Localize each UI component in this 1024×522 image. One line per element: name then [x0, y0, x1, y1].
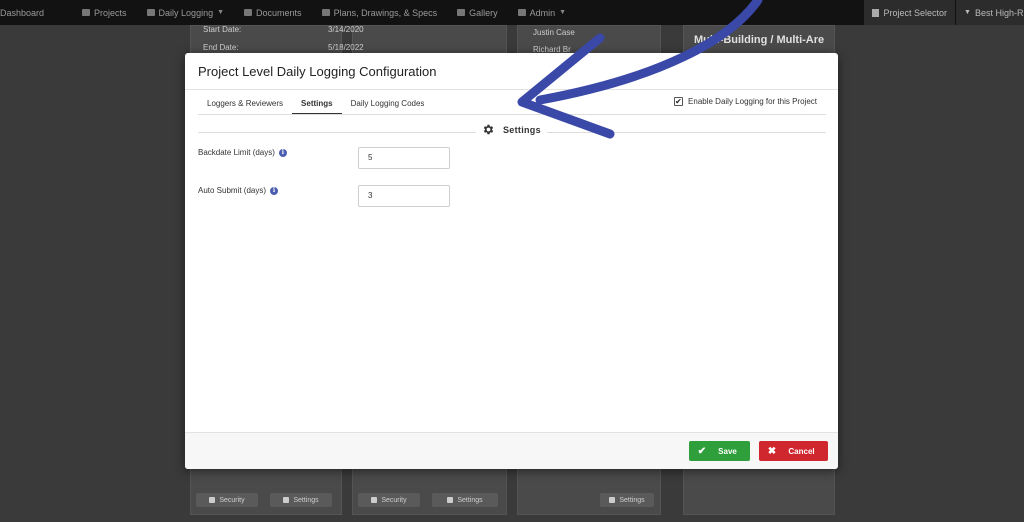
auto-submit-input[interactable]: 3: [358, 185, 450, 207]
current-project-dropdown[interactable]: ▼ Best High-Rise: [955, 0, 1024, 25]
gallery-icon: [457, 9, 466, 16]
clipboard-icon: [872, 8, 880, 17]
current-project-label: Best High-Rise: [974, 7, 1024, 18]
bg-security-button-2[interactable]: Security: [358, 493, 420, 507]
bg-user-1: Justin Case: [533, 28, 575, 37]
nav-daily-logging[interactable]: Daily Logging ▼: [137, 8, 234, 18]
auto-submit-text: Auto Submit (days): [198, 186, 267, 195]
nav-documents[interactable]: Documents: [234, 8, 312, 18]
check-icon: ✔: [697, 445, 707, 457]
nav-daily-logging-label: Daily Logging: [158, 7, 214, 18]
section-title: Settings: [503, 124, 541, 135]
enable-daily-logging-checkbox[interactable]: ✔: [674, 97, 684, 106]
nav-plans[interactable]: Plans, Drawings, & Specs: [312, 8, 448, 18]
gear-icon: [483, 124, 494, 135]
bg-panel-title: Multi-Building / Multi-Area: [694, 34, 824, 46]
nav-plans-label: Plans, Drawings, & Specs: [333, 7, 438, 18]
admin-icon: [517, 9, 526, 16]
bg-settings-button-2[interactable]: Settings: [432, 493, 498, 507]
close-icon: ✖: [767, 445, 777, 457]
tabs-divider: [198, 114, 826, 115]
bg-settings-label-1: Settings: [293, 496, 319, 504]
project-selector-button[interactable]: Project Selector: [863, 0, 955, 25]
bg-end-date-value: 5/18/2022: [328, 43, 364, 52]
modal-header-divider: [185, 89, 838, 90]
lock-icon: [209, 497, 216, 503]
bg-security-button-1[interactable]: Security: [196, 493, 258, 507]
enable-daily-logging-label: Enable Daily Logging for this Project: [688, 97, 817, 106]
bg-settings-label-3: Settings: [619, 496, 645, 504]
nav-admin-label: Admin: [529, 7, 556, 18]
backdate-limit-text: Backdate Limit (days): [198, 148, 275, 157]
nav-dashboard-label: Dashboard: [0, 7, 45, 18]
bg-start-date-value: 3/14/2020: [328, 25, 364, 34]
backdate-limit-label: Backdate Limit (days) i: [198, 148, 287, 157]
folder-icon: [244, 9, 253, 16]
project-selector-label: Project Selector: [883, 7, 947, 18]
info-icon[interactable]: i: [278, 148, 287, 157]
modal-tabs: Loggers & Reviewers Settings Daily Loggi…: [198, 92, 433, 115]
gear-icon: [609, 497, 616, 503]
bg-start-date-label: Start Date:: [203, 25, 242, 34]
bg-settings-label-2: Settings: [457, 496, 483, 504]
cancel-button[interactable]: ✖ Cancel: [759, 441, 828, 461]
cancel-label: Cancel: [788, 446, 815, 456]
save-label: Save: [718, 446, 737, 456]
nav-admin[interactable]: Admin ▼: [508, 8, 576, 18]
bg-end-date-label: End Date:: [203, 43, 239, 52]
nav-gallery[interactable]: Gallery: [447, 8, 508, 18]
chevron-down-icon: ▼: [217, 9, 225, 16]
projects-icon: [82, 9, 91, 16]
tab-settings[interactable]: Settings: [292, 92, 342, 115]
backdate-limit-input[interactable]: 5: [358, 147, 450, 169]
bg-security-label-1: Security: [219, 496, 245, 504]
tab-daily-logging-codes[interactable]: Daily Logging Codes: [342, 92, 434, 115]
save-button[interactable]: ✔ Save: [689, 441, 750, 461]
top-navigation: Dashboard Projects Daily Logging ▼ Docum…: [0, 0, 1024, 25]
nav-gallery-label: Gallery: [469, 7, 498, 18]
enable-daily-logging-toggle[interactable]: ✔ Enable Daily Logging for this Project: [674, 97, 817, 106]
auto-submit-label: Auto Submit (days) i: [198, 186, 279, 195]
modal-title: Project Level Daily Logging Configuratio…: [198, 64, 437, 79]
nav-projects[interactable]: Projects: [72, 8, 137, 18]
nav-documents-label: Documents: [256, 7, 302, 18]
gear-icon: [447, 497, 454, 503]
nav-right-group: Project Selector ▼ Best High-Rise: [863, 0, 1024, 25]
lock-icon: [371, 497, 378, 503]
chevron-down-icon: ▼: [559, 9, 567, 16]
nav-projects-label: Projects: [94, 7, 127, 18]
nav-dashboard[interactable]: Dashboard: [0, 8, 54, 18]
info-icon[interactable]: i: [270, 186, 279, 195]
gear-icon: [283, 497, 290, 503]
daily-logging-icon: [146, 9, 155, 16]
daily-logging-config-modal: Project Level Daily Logging Configuratio…: [185, 53, 838, 469]
bg-settings-button-1[interactable]: Settings: [270, 493, 332, 507]
section-header: Settings: [476, 123, 547, 136]
plans-icon: [321, 9, 330, 16]
bg-settings-button-3[interactable]: Settings: [600, 493, 654, 507]
tab-loggers-reviewers[interactable]: Loggers & Reviewers: [198, 92, 292, 115]
bg-security-label-2: Security: [381, 496, 407, 504]
modal-footer: ✔ Save ✖ Cancel: [185, 432, 838, 469]
chevron-down-icon: ▼: [964, 9, 971, 16]
